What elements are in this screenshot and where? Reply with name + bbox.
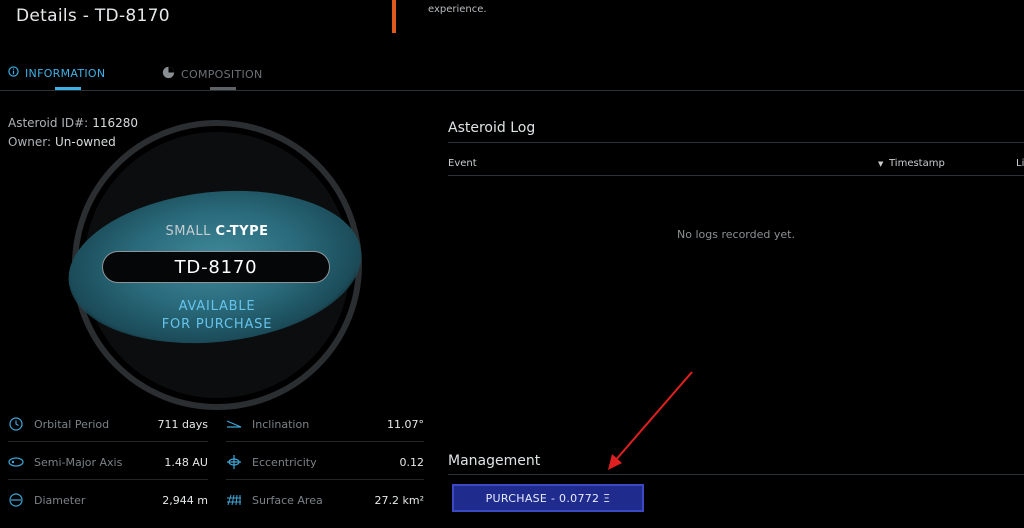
inclination-icon <box>226 416 242 432</box>
empty-log-message: No logs recorded yet. <box>677 228 795 241</box>
stat-divider <box>226 479 424 480</box>
asteroid-name: TD-8170 <box>174 256 258 278</box>
sort-desc-icon[interactable]: ▼ <box>878 160 883 168</box>
stat-orbital-period: Orbital Period 711 days <box>8 412 208 436</box>
experience-text: experience. <box>428 4 487 15</box>
orbit-icon <box>8 454 24 470</box>
stat-value: 711 days <box>157 417 208 431</box>
owner-label: Owner: <box>8 135 52 149</box>
stat-label: Inclination <box>252 417 310 431</box>
surface-grid-icon <box>226 492 242 508</box>
eccentricity-icon <box>226 454 242 470</box>
asteroid-log-title: Asteroid Log <box>448 120 536 136</box>
stat-diameter: Diameter 2,944 m <box>8 488 208 512</box>
diameter-icon <box>8 492 24 508</box>
stat-semi-major-axis: Semi-Major Axis 1.48 AU <box>8 450 208 474</box>
col-event[interactable]: Event <box>448 158 477 169</box>
stat-label: Diameter <box>34 493 86 507</box>
stat-value: 1.48 AU <box>164 455 208 469</box>
asteroid-type: C-TYPE <box>215 224 269 239</box>
management-title: Management <box>448 453 541 469</box>
col-timestamp[interactable]: Timestamp <box>889 158 945 169</box>
annotation-arrow-icon <box>608 371 693 470</box>
stat-value: 11.07° <box>387 417 424 431</box>
stat-label: Eccentricity <box>252 455 317 469</box>
asteroid-name-pill: TD-8170 <box>102 251 330 283</box>
purchase-button[interactable]: PURCHASE - 0.0772 Ξ <box>452 484 644 512</box>
stat-value: 27.2 km² <box>374 493 424 507</box>
clock-icon <box>8 416 24 432</box>
log-table-header: Event ▼ Timestamp Li <box>448 154 1024 174</box>
stat-eccentricity: Eccentricity 0.12 <box>226 450 424 474</box>
tab-composition[interactable]: COMPOSITION <box>162 66 263 82</box>
log-divider <box>448 142 1024 143</box>
log-header-divider <box>448 175 1024 176</box>
asteroid-size: SMALL <box>165 224 211 239</box>
col-partial[interactable]: Li <box>1016 158 1024 169</box>
stat-divider <box>226 441 424 442</box>
accent-bar <box>392 0 396 33</box>
availability-status: AVAILABLE FOR PURCHASE <box>62 298 372 334</box>
stat-divider <box>8 479 208 480</box>
stat-label: Orbital Period <box>34 417 110 431</box>
info-circle-icon <box>8 66 19 80</box>
tab-information-indicator <box>55 87 81 90</box>
tab-information[interactable]: INFORMATION <box>8 66 105 80</box>
asteroid-size-type: SMALL C-TYPE <box>62 224 372 239</box>
tab-information-label: INFORMATION <box>25 66 106 80</box>
availability-line-1: AVAILABLE <box>178 299 256 314</box>
availability-line-2: FOR PURCHASE <box>161 317 273 332</box>
management-divider <box>448 474 1024 475</box>
stat-inclination: Inclination 11.07° <box>226 412 424 436</box>
stat-label: Semi-Major Axis <box>34 455 123 469</box>
stat-divider <box>8 441 208 442</box>
pie-chart-icon <box>162 66 175 82</box>
tab-composition-label: COMPOSITION <box>181 67 263 81</box>
stat-label: Surface Area <box>252 493 323 507</box>
tab-composition-indicator <box>210 87 236 90</box>
stat-value: 2,944 m <box>162 493 208 507</box>
stat-value: 0.12 <box>399 455 425 469</box>
stat-surface-area: Surface Area 27.2 km² <box>226 488 424 512</box>
page-title: Details - TD-8170 <box>16 6 170 26</box>
tab-bar: INFORMATION COMPOSITION <box>0 60 1024 91</box>
asteroid-card: SMALL C-TYPE TD-8170 AVAILABLE FOR PURCH… <box>60 120 372 420</box>
